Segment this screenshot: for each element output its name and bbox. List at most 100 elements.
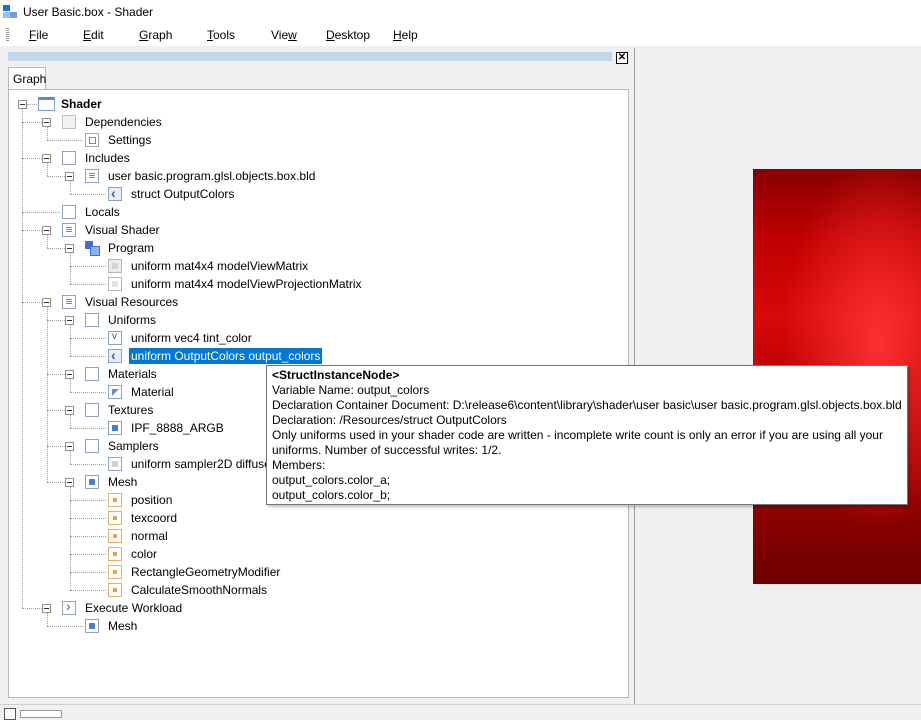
expand-visual-resources-icon[interactable] bbox=[42, 298, 51, 307]
expand-include-document-icon[interactable] bbox=[65, 172, 74, 181]
tree-line bbox=[70, 464, 106, 465]
panel-close-icon[interactable]: ✕ bbox=[616, 52, 628, 64]
tree-item-includes[interactable]: Includes bbox=[85, 150, 130, 166]
tree-line bbox=[22, 158, 42, 159]
tree-line bbox=[70, 180, 71, 194]
program-icon bbox=[85, 241, 100, 256]
tree-line bbox=[47, 176, 65, 177]
tree-line bbox=[47, 374, 65, 375]
tree-item-execute-workload[interactable]: Execute Workload bbox=[85, 600, 182, 616]
tree-item-dependencies[interactable]: Dependencies bbox=[85, 114, 162, 130]
tree-item-execute-mesh[interactable]: Mesh bbox=[108, 618, 137, 634]
tree-item-material[interactable]: Material bbox=[131, 384, 174, 400]
tree-line bbox=[47, 306, 48, 482]
tree-item-textures[interactable]: Textures bbox=[108, 402, 153, 418]
tree-line bbox=[70, 428, 106, 429]
tab-graph[interactable]: Graph bbox=[8, 67, 46, 90]
expand-shader-icon[interactable] bbox=[18, 100, 27, 109]
tree-item-output-colors[interactable]: uniform OutputColors output_colors bbox=[129, 348, 323, 364]
expand-textures-icon[interactable] bbox=[65, 406, 74, 415]
material-icon bbox=[108, 385, 122, 399]
menu-graph[interactable]: Graph bbox=[139, 28, 172, 42]
settings-icon bbox=[85, 133, 99, 147]
expand-includes-icon[interactable] bbox=[42, 154, 51, 163]
tree-line bbox=[22, 122, 42, 123]
expand-dependencies-icon[interactable] bbox=[42, 118, 51, 127]
tree-item-normal[interactable]: normal bbox=[131, 528, 168, 544]
tree-item-uniforms[interactable]: Uniforms bbox=[108, 312, 156, 328]
tree-item-samplers[interactable]: Samplers bbox=[108, 438, 159, 454]
menu-tools[interactable]: Tools bbox=[207, 28, 235, 42]
tree-line bbox=[27, 104, 37, 105]
tree-item-program[interactable]: Program bbox=[108, 240, 154, 256]
node-tooltip: <StructInstanceNode> Variable Name: outp… bbox=[266, 365, 908, 505]
tree-item-struct-outputcolors[interactable]: struct OutputColors bbox=[131, 186, 234, 202]
tree-line bbox=[70, 252, 71, 284]
tree-item-color[interactable]: color bbox=[131, 546, 157, 562]
tree-line bbox=[70, 194, 106, 195]
attribute-icon bbox=[108, 493, 122, 507]
struct-icon bbox=[108, 185, 122, 201]
tree-line bbox=[47, 482, 65, 483]
tree-item-mesh[interactable]: Mesh bbox=[108, 474, 137, 490]
tree-line bbox=[22, 230, 42, 231]
tree-item-calculate-smooth-normals[interactable]: CalculateSmoothNormals bbox=[131, 582, 267, 598]
tree-line bbox=[70, 450, 71, 464]
struct-instance-icon bbox=[108, 347, 122, 363]
attribute-icon bbox=[108, 529, 122, 543]
tree-item-settings[interactable]: Settings bbox=[108, 132, 151, 148]
menu-grip-icon bbox=[6, 28, 9, 42]
modifier-icon bbox=[108, 583, 122, 597]
menu-help[interactable]: Help bbox=[393, 28, 418, 42]
tree-item-sampler[interactable]: uniform sampler2D diffuse bbox=[131, 456, 271, 472]
tree-item-locals[interactable]: Locals bbox=[85, 204, 120, 220]
tree-item-modelviewmatrix[interactable]: uniform mat4x4 modelViewMatrix bbox=[131, 258, 308, 274]
tree-item-shader[interactable]: Shader bbox=[61, 96, 102, 112]
expand-samplers-icon[interactable] bbox=[65, 442, 74, 451]
matrix-icon bbox=[108, 277, 122, 291]
tab-graph-label: Graph bbox=[13, 72, 47, 86]
menu-file[interactable]: File bbox=[29, 28, 48, 42]
matrix-icon bbox=[108, 259, 122, 273]
expand-visual-shader-icon[interactable] bbox=[42, 226, 51, 235]
tree-item-visual-shader[interactable]: Visual Shader bbox=[85, 222, 160, 238]
materials-folder-icon bbox=[85, 367, 99, 381]
tree-item-visual-resources[interactable]: Visual Resources bbox=[85, 294, 178, 310]
expand-program-icon[interactable] bbox=[65, 244, 74, 253]
app-icon bbox=[3, 5, 18, 19]
tree-line bbox=[47, 612, 48, 626]
document-icon bbox=[85, 169, 99, 183]
tooltip-line: Declaration Container Document: D:\relea… bbox=[272, 398, 902, 412]
tree-line bbox=[70, 554, 106, 555]
panel-header[interactable] bbox=[8, 52, 612, 61]
tree-item-tint-color[interactable]: uniform vec4 tint_color bbox=[131, 330, 252, 346]
menu-desktop[interactable]: Desktop bbox=[326, 28, 370, 42]
tree-item-texcoord[interactable]: texcoord bbox=[131, 510, 177, 526]
tree-item-position[interactable]: position bbox=[131, 492, 172, 508]
tooltip-line: uniforms. Number of successful writes: 1… bbox=[272, 443, 502, 457]
locals-folder-icon bbox=[62, 205, 76, 219]
tree-line bbox=[47, 234, 48, 248]
tree-item-include-document[interactable]: user basic.program.glsl.objects.box.bld bbox=[108, 168, 315, 184]
samplers-folder-icon bbox=[85, 439, 99, 453]
tree-line bbox=[47, 248, 65, 249]
tree-line bbox=[70, 338, 106, 339]
expand-materials-icon[interactable] bbox=[65, 370, 74, 379]
expand-uniforms-icon[interactable] bbox=[65, 316, 74, 325]
tree-line bbox=[70, 486, 71, 590]
attribute-icon bbox=[108, 511, 122, 525]
mesh-icon bbox=[85, 475, 99, 489]
bottom-checkbox-icon[interactable] bbox=[4, 708, 16, 720]
bottom-tab[interactable] bbox=[20, 710, 62, 718]
tree-item-materials[interactable]: Materials bbox=[108, 366, 157, 382]
uniforms-folder-icon bbox=[85, 313, 99, 327]
expand-mesh-icon[interactable] bbox=[65, 478, 74, 487]
shader-icon bbox=[38, 97, 55, 111]
menu-view[interactable]: View bbox=[271, 28, 297, 42]
tree-item-rectangle-geometry-modifier[interactable]: RectangleGeometryModifier bbox=[131, 564, 280, 580]
menu-edit[interactable]: Edit bbox=[83, 28, 104, 42]
expand-execute-workload-icon[interactable] bbox=[42, 604, 51, 613]
tree-item-texture[interactable]: IPF_8888_ARGB bbox=[131, 420, 224, 436]
tree-line bbox=[22, 212, 60, 213]
tree-item-modelviewprojectionmatrix[interactable]: uniform mat4x4 modelViewProjectionMatrix bbox=[131, 276, 362, 292]
